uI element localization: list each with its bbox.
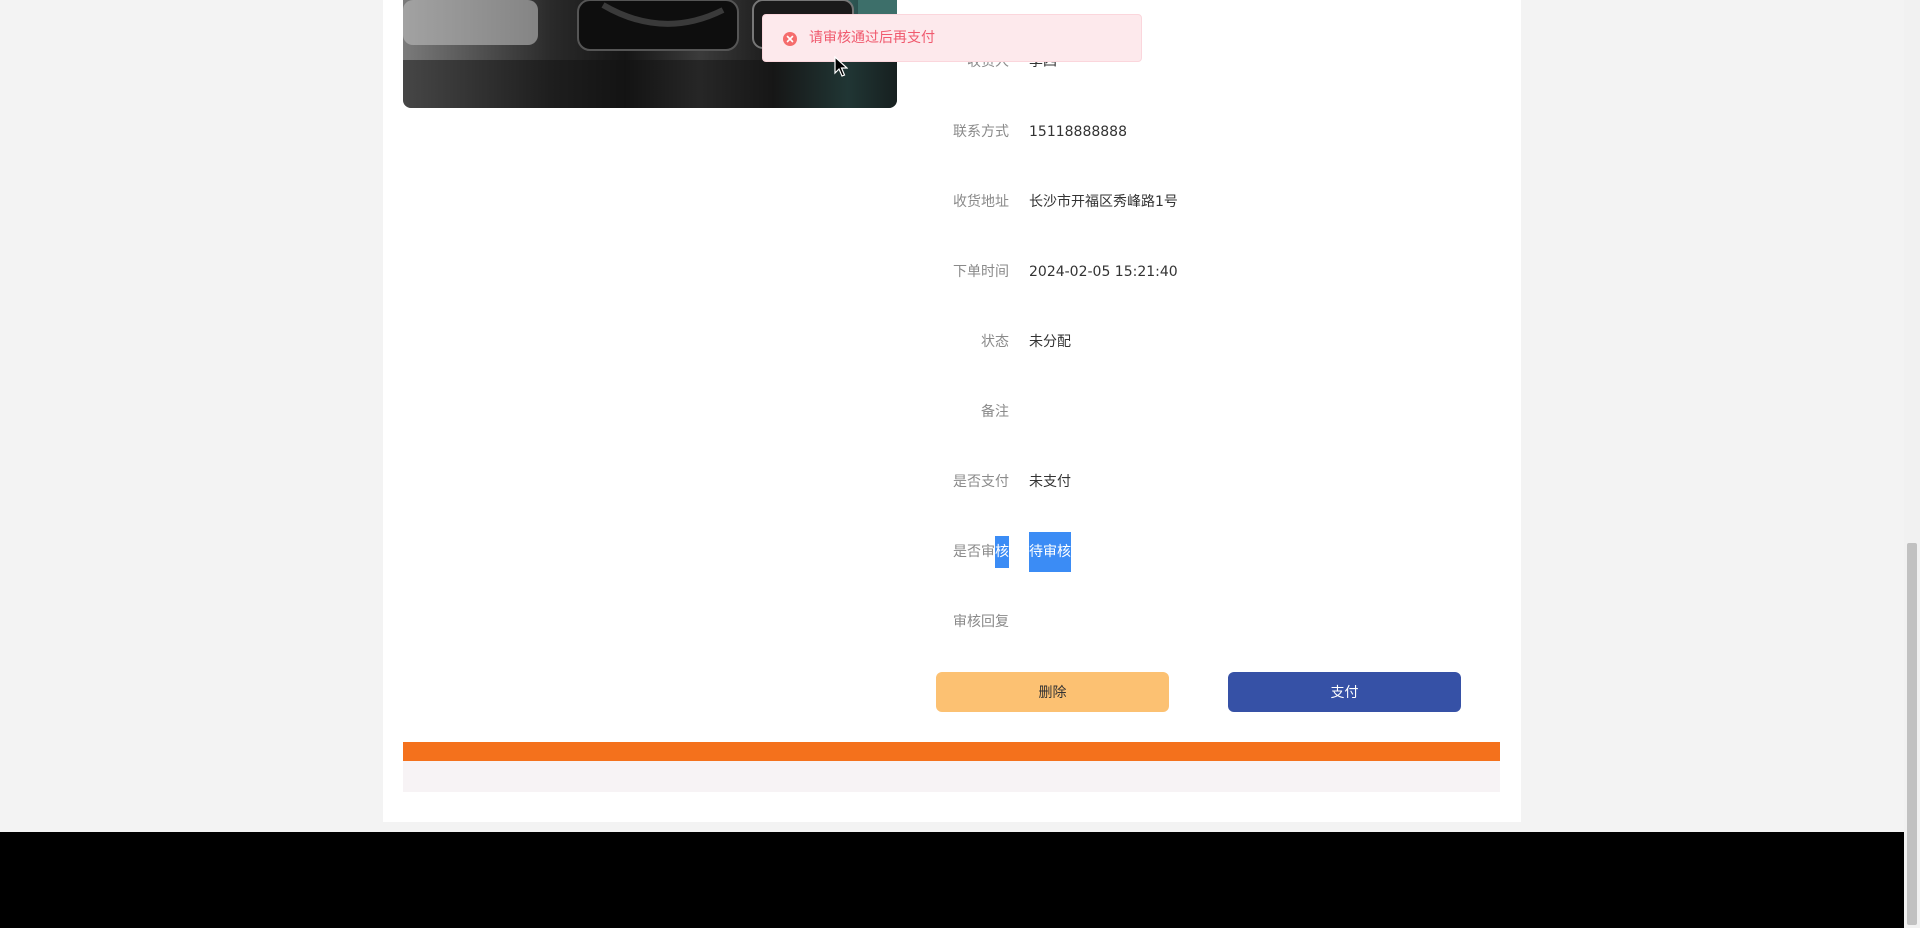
phone-value: 15118888888: [1029, 124, 1127, 140]
row-paid: 是否支付 未支付: [900, 470, 1500, 494]
order-time-value: 2024-02-05 15:21:40: [1029, 264, 1178, 280]
review-label-prefix: 是否审: [953, 544, 995, 560]
row-remark: 备注: [900, 400, 1500, 424]
row-review: 是否审核 待审核: [900, 532, 1500, 572]
bottom-black-area: [0, 832, 1904, 928]
delete-button[interactable]: 删除: [936, 672, 1169, 712]
error-circle-icon: [783, 32, 797, 46]
row-order-time: 下单时间 2024-02-05 15:21:40: [900, 260, 1500, 284]
row-review-reply: 审核回复: [900, 610, 1500, 634]
footer-strip: [403, 761, 1500, 792]
row-phone: 联系方式 15118888888: [900, 120, 1500, 144]
review-value: 待审核: [1029, 532, 1071, 572]
order-time-label: 下单时间: [953, 264, 1009, 280]
address-label: 收货地址: [953, 194, 1009, 210]
toast-message: 请审核通过后再支付: [809, 30, 935, 46]
review-reply-label: 审核回复: [953, 614, 1009, 630]
status-label: 状态: [981, 334, 1009, 350]
status-value: 未分配: [1029, 334, 1071, 350]
footer-bar: [403, 742, 1500, 761]
scrollbar-thumb[interactable]: [1907, 543, 1917, 925]
error-toast: 请审核通过后再支付: [762, 14, 1142, 62]
pay-button[interactable]: 支付: [1228, 672, 1461, 712]
row-status: 状态 未分配: [900, 330, 1500, 354]
paid-value: 未支付: [1029, 474, 1071, 490]
paid-label: 是否支付: [953, 474, 1009, 490]
mouse-cursor-icon: [834, 56, 848, 77]
row-address: 收货地址 长沙市开福区秀峰路1号: [900, 190, 1500, 214]
phone-label: 联系方式: [953, 124, 1009, 140]
address-value: 长沙市开福区秀峰路1号: [1029, 194, 1178, 210]
remark-label: 备注: [981, 404, 1009, 420]
review-label-selected: 核: [995, 536, 1009, 568]
review-label: 是否审核: [900, 536, 1009, 568]
